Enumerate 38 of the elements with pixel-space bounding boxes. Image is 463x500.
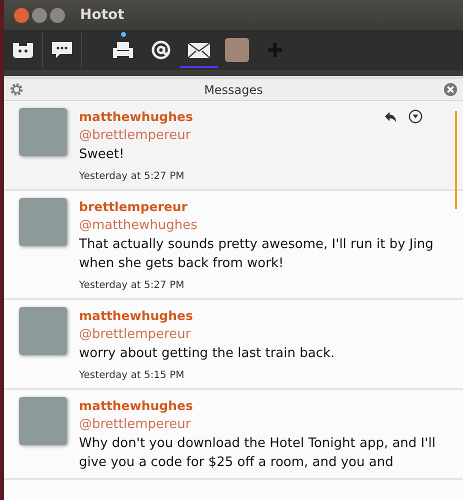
reply-icon[interactable]	[383, 109, 398, 124]
panel-title: Messages	[204, 82, 263, 96]
avatar-photo	[225, 38, 249, 62]
settings-icon[interactable]	[9, 82, 24, 97]
avatar-photo	[19, 307, 67, 355]
message-card[interactable]: matthewhughes @brettlempereur Sweet! Yesterday at 5:27 PM	[4, 101, 463, 191]
maximize-button[interactable]	[50, 8, 65, 22]
message-text: Sweet!	[79, 146, 126, 164]
speech-bubble-icon	[50, 40, 74, 60]
sender-name[interactable]: matthewhughes	[79, 108, 455, 126]
minimize-button[interactable]	[32, 8, 47, 22]
at-sign-icon	[149, 40, 173, 60]
scrollbar[interactable]	[455, 111, 457, 209]
envelope-icon	[187, 40, 211, 60]
message-card[interactable]: brettlempereur @matthewhughes That actually sounds pretty awesome, I'll run it by Jing when she gets back from work! Yesterday at 5:27 PM	[4, 191, 463, 300]
message-text: worry about getting the last train back.	[79, 345, 336, 363]
dropdown-icon[interactable]	[408, 109, 423, 124]
message-time: Yesterday at 5:27 PM	[79, 170, 186, 183]
message-text: That actually sounds pretty awesome, I'll run it by Jing when she gets back from work!	[79, 236, 434, 273]
bear-icon	[11, 40, 35, 60]
message-text: Why don't you download the Hotel Tonight app, and I'll give you a code for $25 off a room, and you and	[79, 435, 436, 472]
close-icon[interactable]	[442, 82, 458, 97]
sender-name[interactable]: matthewhughes	[79, 307, 455, 325]
sender-name[interactable]: matthewhughes	[79, 397, 455, 415]
window-title: Hotot	[80, 7, 124, 23]
avatar-photo	[19, 198, 67, 246]
message-time: Yesterday at 5:15 PM	[79, 369, 186, 382]
mention-link[interactable]: @brettlempereur	[79, 126, 455, 145]
avatar-photo	[19, 108, 67, 156]
avatar-photo	[19, 397, 67, 445]
sender-name[interactable]: brettlempereur	[79, 198, 455, 216]
mention-link[interactable]: @brettlempereur	[79, 325, 455, 344]
message-time: Yesterday at 5:27 PM	[79, 279, 186, 292]
message-card[interactable]: matthewhughes @brettlempereur Why don't you download the Hotel Tonight app, and I'll give you a code for $25 off a room, and you and	[4, 390, 463, 480]
mention-link[interactable]: @brettlempereur	[79, 415, 455, 434]
message-card[interactable]: matthewhughes @brettlempereur worry about getting the last train back. Yesterday at 5:15 PM	[4, 300, 463, 390]
mention-link[interactable]: @matthewhughes	[79, 216, 455, 235]
close-button[interactable]	[14, 8, 29, 22]
